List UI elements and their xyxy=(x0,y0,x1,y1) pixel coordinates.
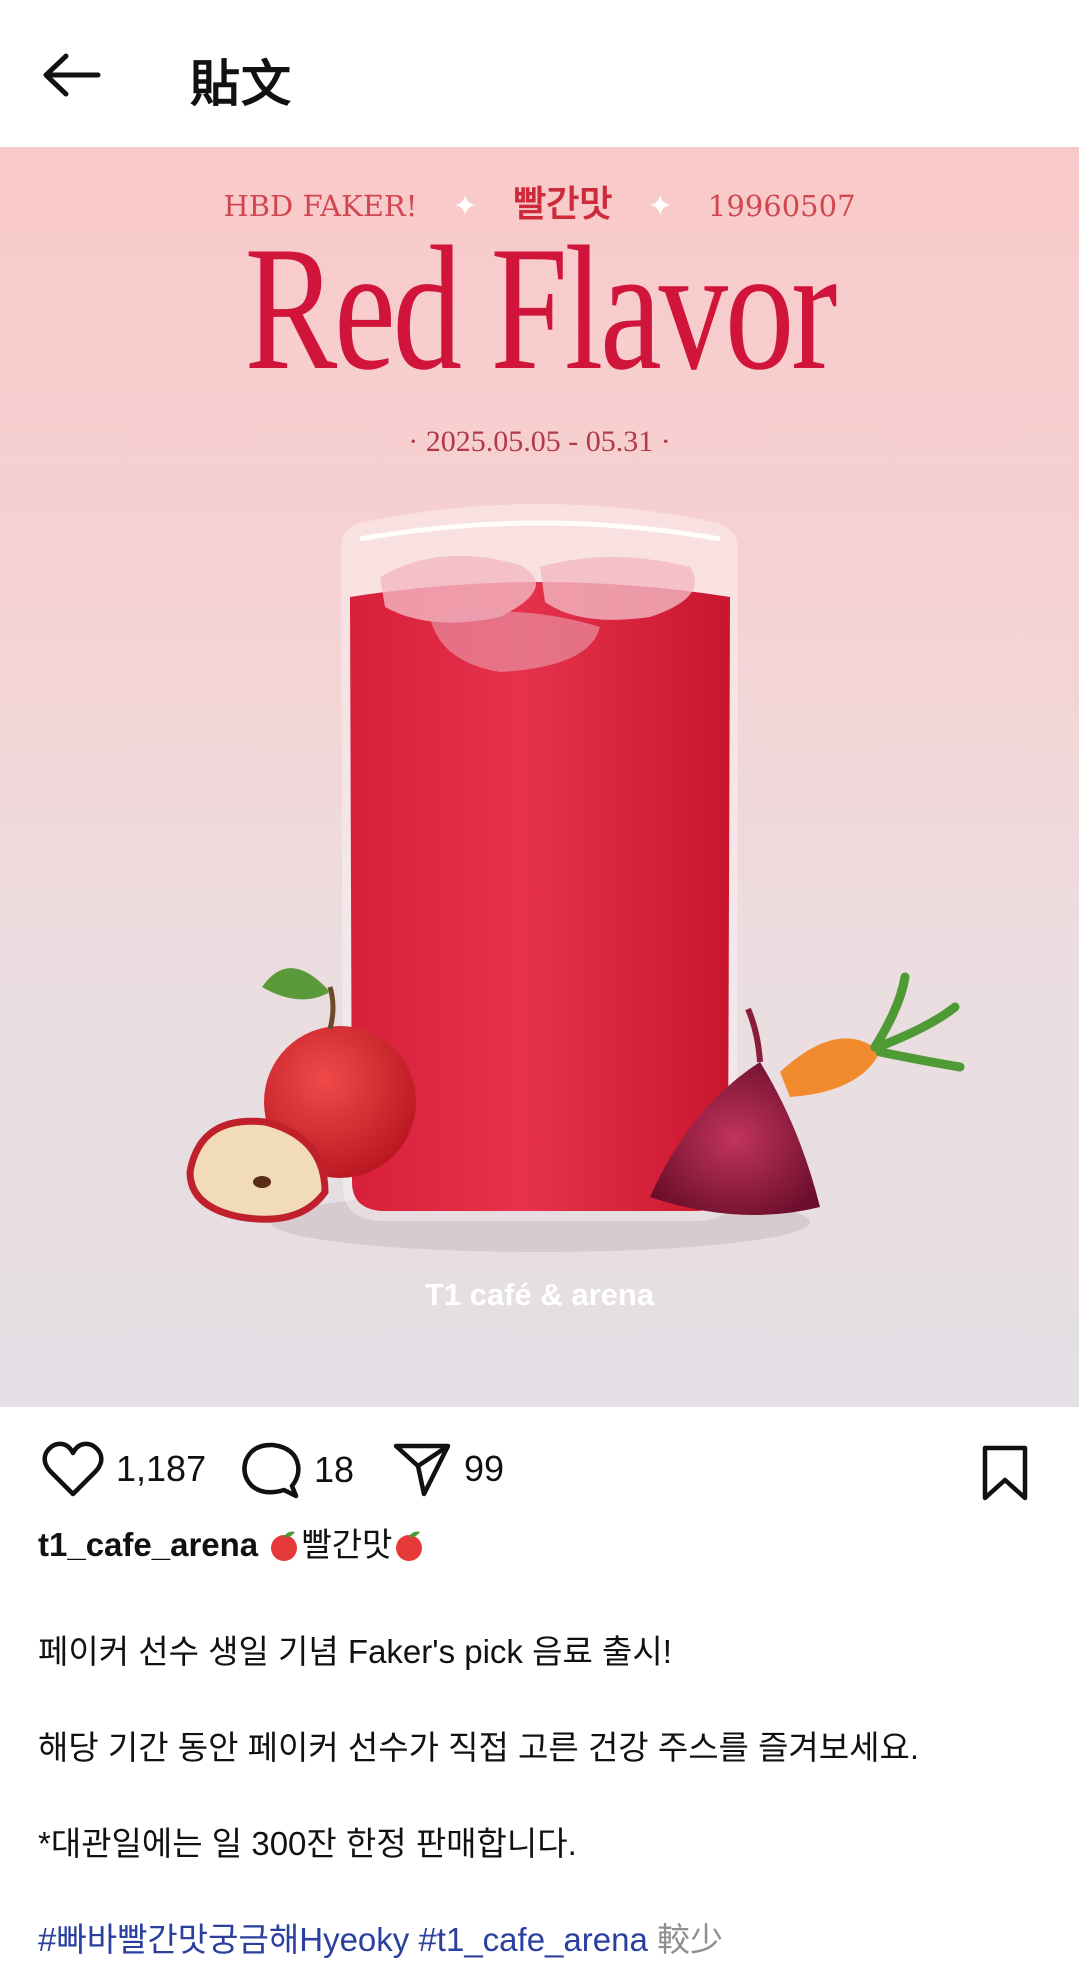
back-button[interactable] xyxy=(40,48,104,102)
top-bar: 貼文 xyxy=(0,0,1079,147)
bookmark-button[interactable] xyxy=(980,1444,1030,1506)
comment-button[interactable]: 18 xyxy=(240,1440,354,1500)
hashtag-link[interactable]: #빠바빨간맛궁금해Hyeoky xyxy=(38,1921,409,1958)
send-icon xyxy=(393,1443,451,1497)
post-screen: 貼文 HBD FAKER! ✦ 빨간맛 ✦ 19960507 Red Flavo… xyxy=(0,0,1079,1958)
caption-header: t1_cafe_arena 빨간맛 xyxy=(38,1525,1038,1565)
back-arrow-icon xyxy=(43,53,101,97)
action-bar: 1,187 18 99 xyxy=(0,1430,1079,1510)
like-button[interactable]: 1,187 xyxy=(42,1440,206,1498)
headline: Red Flavor xyxy=(244,209,838,407)
apple-emoji-icon xyxy=(396,1531,423,1561)
post-image[interactable]: HBD FAKER! ✦ 빨간맛 ✦ 19960507 Red Flavor ·… xyxy=(0,147,1079,1407)
date-range: · 2025.05.05 - 05.31 · xyxy=(408,425,671,458)
comment-count: 18 xyxy=(314,1449,355,1490)
share-button[interactable]: 99 xyxy=(392,1440,504,1498)
hashtag-row: #빠바빨간맛궁금해Hyeoky #t1_cafe_arena 較少 xyxy=(38,1913,723,1961)
like-count: 1,187 xyxy=(116,1448,207,1489)
hashtag-link[interactable]: #t1_cafe_arena xyxy=(418,1921,647,1958)
caption-line: 해당 기간 동안 페이커 선수가 직접 고른 건강 주스를 즐겨보세요. xyxy=(38,1729,920,1766)
bookmark-icon xyxy=(982,1445,1028,1501)
comment-icon xyxy=(242,1442,301,1499)
caption-line: *대관일에는 일 300잔 한정 판매합니다. xyxy=(38,1825,577,1862)
page-title: 貼文 xyxy=(190,55,292,113)
caption-title: 빨간맛 xyxy=(301,1526,393,1563)
watermark: T1 café & arena xyxy=(424,1277,655,1312)
heart-icon xyxy=(42,1441,104,1497)
username[interactable]: t1_cafe_arena xyxy=(38,1526,258,1563)
caption-line: 페이커 선수 생일 기념 Faker's pick 음료 출시! xyxy=(38,1633,672,1670)
share-count: 99 xyxy=(464,1448,505,1489)
show-less-link[interactable]: 較少 xyxy=(657,1921,723,1958)
apple-emoji-icon xyxy=(271,1531,298,1561)
